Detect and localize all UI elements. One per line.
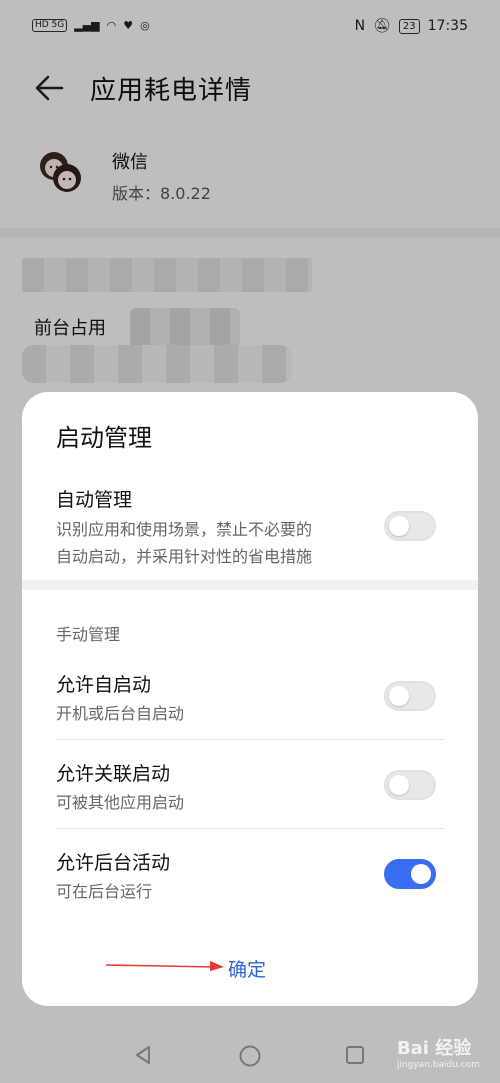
startup-management-dialog: 启动管理 自动管理 识别应用和使用场景，禁止不必要的 自动启动，并采用针对性的省… [22, 392, 478, 1006]
allow-associated-start-toggle[interactable] [384, 770, 436, 800]
allow-background-activity-desc: 可在后台运行 [56, 882, 153, 901]
dialog-title: 启动管理 [56, 424, 152, 452]
allow-auto-start-toggle[interactable] [384, 681, 436, 711]
allow-associated-start-desc: 可被其他应用启动 [56, 793, 185, 812]
watermark: Bai 经验 jingyan.baidu.com [397, 1034, 480, 1070]
watermark-sub: jingyan.baidu.com [396, 1060, 480, 1070]
annotation-arrow-icon [106, 961, 224, 971]
toggle-knob [389, 516, 409, 536]
nav-recent-icon[interactable] [344, 1044, 366, 1066]
confirm-button[interactable]: 确定 [228, 955, 266, 982]
nav-home-icon[interactable] [238, 1044, 262, 1068]
section-divider [22, 580, 478, 590]
auto-manage-title: 自动管理 [56, 489, 133, 511]
toggle-knob [411, 864, 431, 884]
auto-manage-toggle[interactable] [384, 511, 436, 541]
watermark-text: Bai 经验 [396, 1038, 472, 1059]
row-divider [56, 739, 444, 740]
allow-associated-start-title: 允许关联启动 [56, 763, 171, 785]
toggle-knob [389, 775, 409, 795]
allow-auto-start-desc: 开机或后台自启动 [56, 704, 185, 723]
toggle-knob [389, 686, 409, 706]
row-divider [56, 828, 444, 829]
allow-background-activity-toggle[interactable] [384, 859, 436, 889]
navigation-bar: Bai 经验 jingyan.baidu.com [0, 1026, 500, 1083]
allow-background-activity-title: 允许后台活动 [56, 852, 171, 874]
manual-manage-label: 手动管理 [56, 625, 121, 644]
allow-auto-start-title: 允许自启动 [56, 674, 152, 696]
nav-back-icon[interactable] [132, 1044, 154, 1066]
auto-manage-desc-line1: 识别应用和使用场景，禁止不必要的 [56, 520, 313, 539]
auto-manage-desc-line2: 自动启动，并采用针对性的省电措施 [56, 547, 313, 566]
